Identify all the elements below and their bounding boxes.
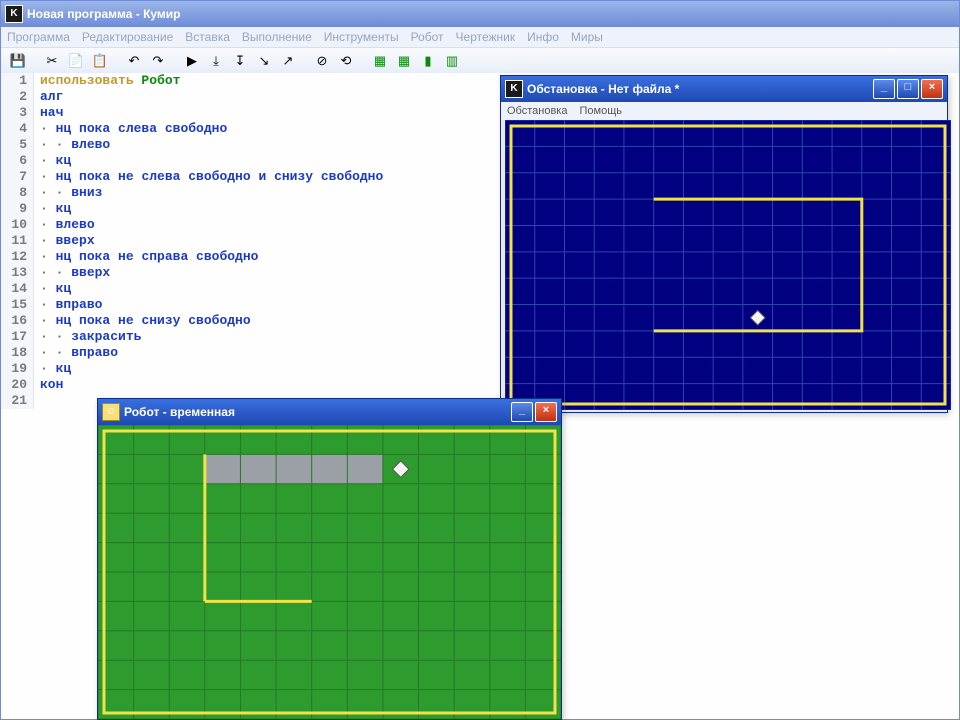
maximize-button[interactable]: □: [897, 79, 919, 99]
line-number: 6: [1, 153, 34, 169]
main-title: Новая программа - Кумир: [27, 1, 181, 27]
menu-item[interactable]: Робот: [411, 30, 444, 44]
copy-icon[interactable]: 📄: [65, 50, 87, 72]
code-text: · вверх: [34, 233, 95, 249]
redo-icon[interactable]: ↷: [147, 50, 169, 72]
save-icon[interactable]: 💾: [7, 50, 29, 72]
line-number: 16: [1, 313, 34, 329]
line-number: 21: [1, 393, 34, 409]
menu-item[interactable]: Миры: [571, 30, 603, 44]
code-text: нач: [34, 105, 63, 121]
menu-item[interactable]: Помощь: [579, 105, 622, 117]
menu-bar: Программа Редактирование Вставка Выполнение…: [1, 27, 959, 48]
line-number: 17: [1, 329, 34, 345]
line-number: 15: [1, 297, 34, 313]
menu-item[interactable]: Чертежник: [456, 30, 516, 44]
robot-grid[interactable]: [98, 425, 561, 719]
line-number: 8: [1, 185, 34, 201]
environment-grid[interactable]: [505, 120, 951, 410]
step-out-icon[interactable]: ↗: [277, 50, 299, 72]
menu-item[interactable]: Инструменты: [324, 30, 399, 44]
step-into-icon[interactable]: ↘: [253, 50, 275, 72]
toolbar: 💾✂📄📋↶↷▶⤓↧↘↗⊘⟲▦▦▮▥: [1, 48, 959, 75]
app-icon: K: [5, 5, 23, 23]
robot-window[interactable]: ☺ Робот - временная _ ×: [97, 398, 562, 720]
line-number: 11: [1, 233, 34, 249]
code-text: · · влево: [34, 137, 110, 153]
code-text: · · вниз: [34, 185, 102, 201]
code-text: алг: [34, 89, 63, 105]
robot-icon: ☺: [102, 403, 120, 421]
minimize-button[interactable]: _: [873, 79, 895, 99]
line-number: 13: [1, 265, 34, 281]
line-number: 7: [1, 169, 34, 185]
code-text: · влево: [34, 217, 95, 233]
undo-icon[interactable]: ↶: [123, 50, 145, 72]
code-text: · кц: [34, 201, 71, 217]
code-text: [34, 393, 40, 409]
close-button[interactable]: ×: [921, 79, 943, 99]
code-text: · · закрасить: [34, 329, 141, 345]
menu-item[interactable]: Обстановка: [507, 105, 567, 117]
reset-icon[interactable]: ⟲: [335, 50, 357, 72]
line-number: 14: [1, 281, 34, 297]
step-icon[interactable]: ⤓: [205, 50, 227, 72]
line-number: 4: [1, 121, 34, 137]
menu-item[interactable]: Вставка: [185, 30, 230, 44]
code-text: · кц: [34, 281, 71, 297]
line-number: 1: [1, 73, 34, 89]
paste-icon[interactable]: 📋: [89, 50, 111, 72]
environment-window[interactable]: K Обстановка - Нет файла * _ □ × Обстано…: [500, 75, 948, 413]
code-text: · · вправо: [34, 345, 118, 361]
code-text: · нц пока не слева свободно и снизу своб…: [34, 169, 383, 185]
grid4-icon[interactable]: ▥: [441, 50, 463, 72]
line-number: 19: [1, 361, 34, 377]
grid3-icon[interactable]: ▮: [417, 50, 439, 72]
code-text: · нц пока не справа свободно: [34, 249, 258, 265]
line-number: 3: [1, 105, 34, 121]
run-icon[interactable]: ▶: [181, 50, 203, 72]
minimize-button[interactable]: _: [511, 402, 533, 422]
code-text: · вправо: [34, 297, 102, 313]
line-number: 18: [1, 345, 34, 361]
menu-item[interactable]: Инфо: [527, 30, 559, 44]
line-number: 20: [1, 377, 34, 393]
menu-item[interactable]: Программа: [7, 30, 70, 44]
line-number: 9: [1, 201, 34, 217]
line-number: 2: [1, 89, 34, 105]
line-number: 10: [1, 217, 34, 233]
environment-title: Обстановка - Нет файла *: [527, 76, 679, 102]
environment-titlebar[interactable]: K Обстановка - Нет файла * _ □ ×: [501, 76, 947, 102]
step-over-icon[interactable]: ↧: [229, 50, 251, 72]
code-text: · кц: [34, 153, 71, 169]
menu-item[interactable]: Выполнение: [242, 30, 312, 44]
environment-menu-bar: Обстановка Помощь: [501, 102, 947, 120]
close-button[interactable]: ×: [535, 402, 557, 422]
cut-icon[interactable]: ✂: [41, 50, 63, 72]
grid2-icon[interactable]: ▦: [393, 50, 415, 72]
line-number: 12: [1, 249, 34, 265]
line-number: 5: [1, 137, 34, 153]
code-text: кон: [34, 377, 63, 393]
stop-icon[interactable]: ⊘: [311, 50, 333, 72]
code-text: · кц: [34, 361, 71, 377]
env-icon: K: [505, 80, 523, 98]
code-text: · · вверх: [34, 265, 110, 281]
menu-item[interactable]: Редактирование: [82, 30, 173, 44]
grid1-icon[interactable]: ▦: [369, 50, 391, 72]
robot-title: Робот - временная: [124, 399, 235, 425]
code-text: · нц пока слева свободно: [34, 121, 227, 137]
code-text: использовать Робот: [34, 73, 180, 89]
main-titlebar[interactable]: K Новая программа - Кумир: [1, 1, 959, 27]
code-text: · нц пока не снизу свободно: [34, 313, 251, 329]
robot-titlebar[interactable]: ☺ Робот - временная _ ×: [98, 399, 561, 425]
